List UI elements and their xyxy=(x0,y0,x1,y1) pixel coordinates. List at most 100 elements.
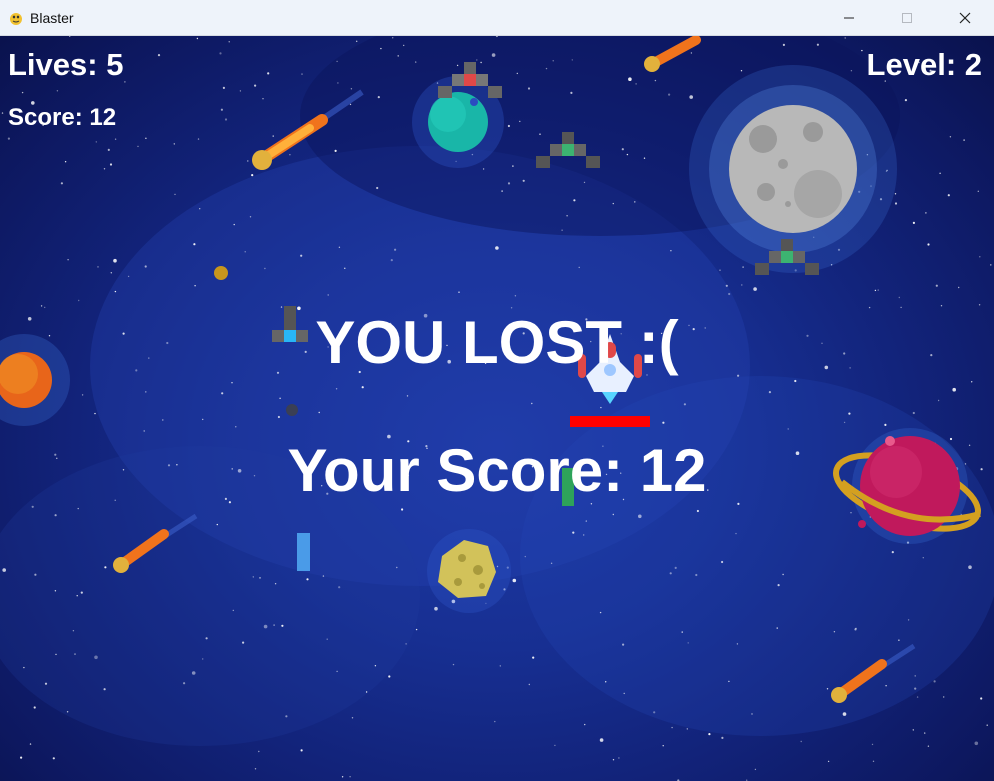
star-dot xyxy=(145,391,147,393)
star-dot xyxy=(401,508,404,511)
star-dot xyxy=(635,83,637,85)
star-dot xyxy=(7,137,10,140)
star-dot xyxy=(81,394,84,396)
star-dot xyxy=(949,136,952,138)
star-dot xyxy=(336,60,338,63)
star-dot xyxy=(952,387,956,392)
star-dot xyxy=(72,630,75,632)
star-dot xyxy=(776,627,778,629)
star-dot xyxy=(143,430,145,432)
star-dot xyxy=(968,565,972,569)
star-dot xyxy=(585,520,587,522)
star-dot xyxy=(194,285,196,287)
star-dot xyxy=(572,531,575,534)
star-dot xyxy=(338,246,341,248)
star-dot xyxy=(326,638,328,640)
star-dot xyxy=(94,412,96,415)
star-dot xyxy=(197,138,200,140)
star-dot xyxy=(193,243,196,246)
star-dot xyxy=(516,72,518,75)
star-dot xyxy=(833,631,836,633)
star-dot xyxy=(196,37,199,40)
star-dot xyxy=(977,190,979,192)
star-dot xyxy=(452,663,455,666)
star-dot xyxy=(668,93,671,96)
star-dot xyxy=(623,692,625,695)
star-dot xyxy=(74,653,76,655)
star-dot xyxy=(495,246,499,250)
star-dot xyxy=(388,675,391,678)
window-titlebar: Blaster xyxy=(0,0,994,36)
star-dot xyxy=(233,223,235,226)
asteroid-icon xyxy=(427,529,511,613)
star-dot xyxy=(877,289,879,291)
star-dot xyxy=(978,304,981,306)
star-dot xyxy=(127,275,130,278)
star-dot xyxy=(344,267,346,269)
star-dot xyxy=(522,179,525,182)
star-dot xyxy=(249,216,252,218)
close-icon xyxy=(959,12,971,24)
debris-icon xyxy=(214,266,228,280)
star-dot xyxy=(628,77,632,81)
star-dot xyxy=(683,403,687,406)
star-dot xyxy=(114,290,117,293)
star-dot xyxy=(54,514,57,517)
star-dot xyxy=(392,37,394,39)
star-dot xyxy=(612,202,614,205)
star-dot xyxy=(254,768,257,770)
star-dot xyxy=(754,768,757,771)
star-dot xyxy=(532,656,535,659)
star-dot xyxy=(912,729,914,731)
star-dot xyxy=(912,411,915,415)
star-dot xyxy=(80,591,83,594)
star-dot xyxy=(545,67,548,70)
star-dot xyxy=(199,208,201,210)
close-button[interactable] xyxy=(936,0,994,36)
star-dot xyxy=(622,643,625,646)
star-dot xyxy=(113,258,117,263)
star-dot xyxy=(322,575,325,577)
star-dot xyxy=(183,682,186,685)
player-health-bar xyxy=(570,416,650,427)
star-dot xyxy=(338,586,341,589)
star-dot xyxy=(728,292,731,296)
minimize-icon xyxy=(844,17,854,19)
star-dot xyxy=(512,165,514,167)
star-dot xyxy=(95,141,98,143)
star-dot xyxy=(939,172,941,174)
maximize-button[interactable] xyxy=(878,0,936,36)
star-dot xyxy=(20,756,23,759)
level-indicator: Level: 2 xyxy=(866,47,982,82)
minimize-button[interactable] xyxy=(820,0,878,36)
star-dot xyxy=(599,611,602,614)
game-over-title: YOU LOST :( xyxy=(315,309,679,376)
star-dot xyxy=(927,243,930,246)
star-dot xyxy=(971,381,973,383)
star-dot xyxy=(202,418,204,421)
star-dot xyxy=(927,745,930,747)
star-dot xyxy=(491,53,496,57)
star-dot xyxy=(145,137,147,139)
final-score-text: Your Score: 12 xyxy=(287,437,707,504)
lives-counter: Lives: 5 xyxy=(8,47,124,82)
star-dot xyxy=(842,712,847,716)
star-dot xyxy=(695,573,698,577)
star-dot xyxy=(40,305,43,307)
star-dot xyxy=(259,577,261,579)
app-icon xyxy=(10,12,22,25)
star-dot xyxy=(44,682,48,685)
star-dot xyxy=(31,505,34,508)
star-dot xyxy=(264,267,266,270)
star-dot xyxy=(137,145,139,148)
star-dot xyxy=(318,411,320,414)
star-dot xyxy=(191,671,196,675)
star-dot xyxy=(415,61,417,63)
debris-icon xyxy=(286,404,298,416)
game-canvas[interactable]: Lives: 5 Score: 12 Level: 2 YOU LOST :( … xyxy=(0,36,994,781)
star-dot xyxy=(687,642,689,644)
star-dot xyxy=(337,82,339,84)
star-dot xyxy=(235,426,237,428)
star-dot xyxy=(279,397,281,399)
star-dot xyxy=(566,215,568,217)
